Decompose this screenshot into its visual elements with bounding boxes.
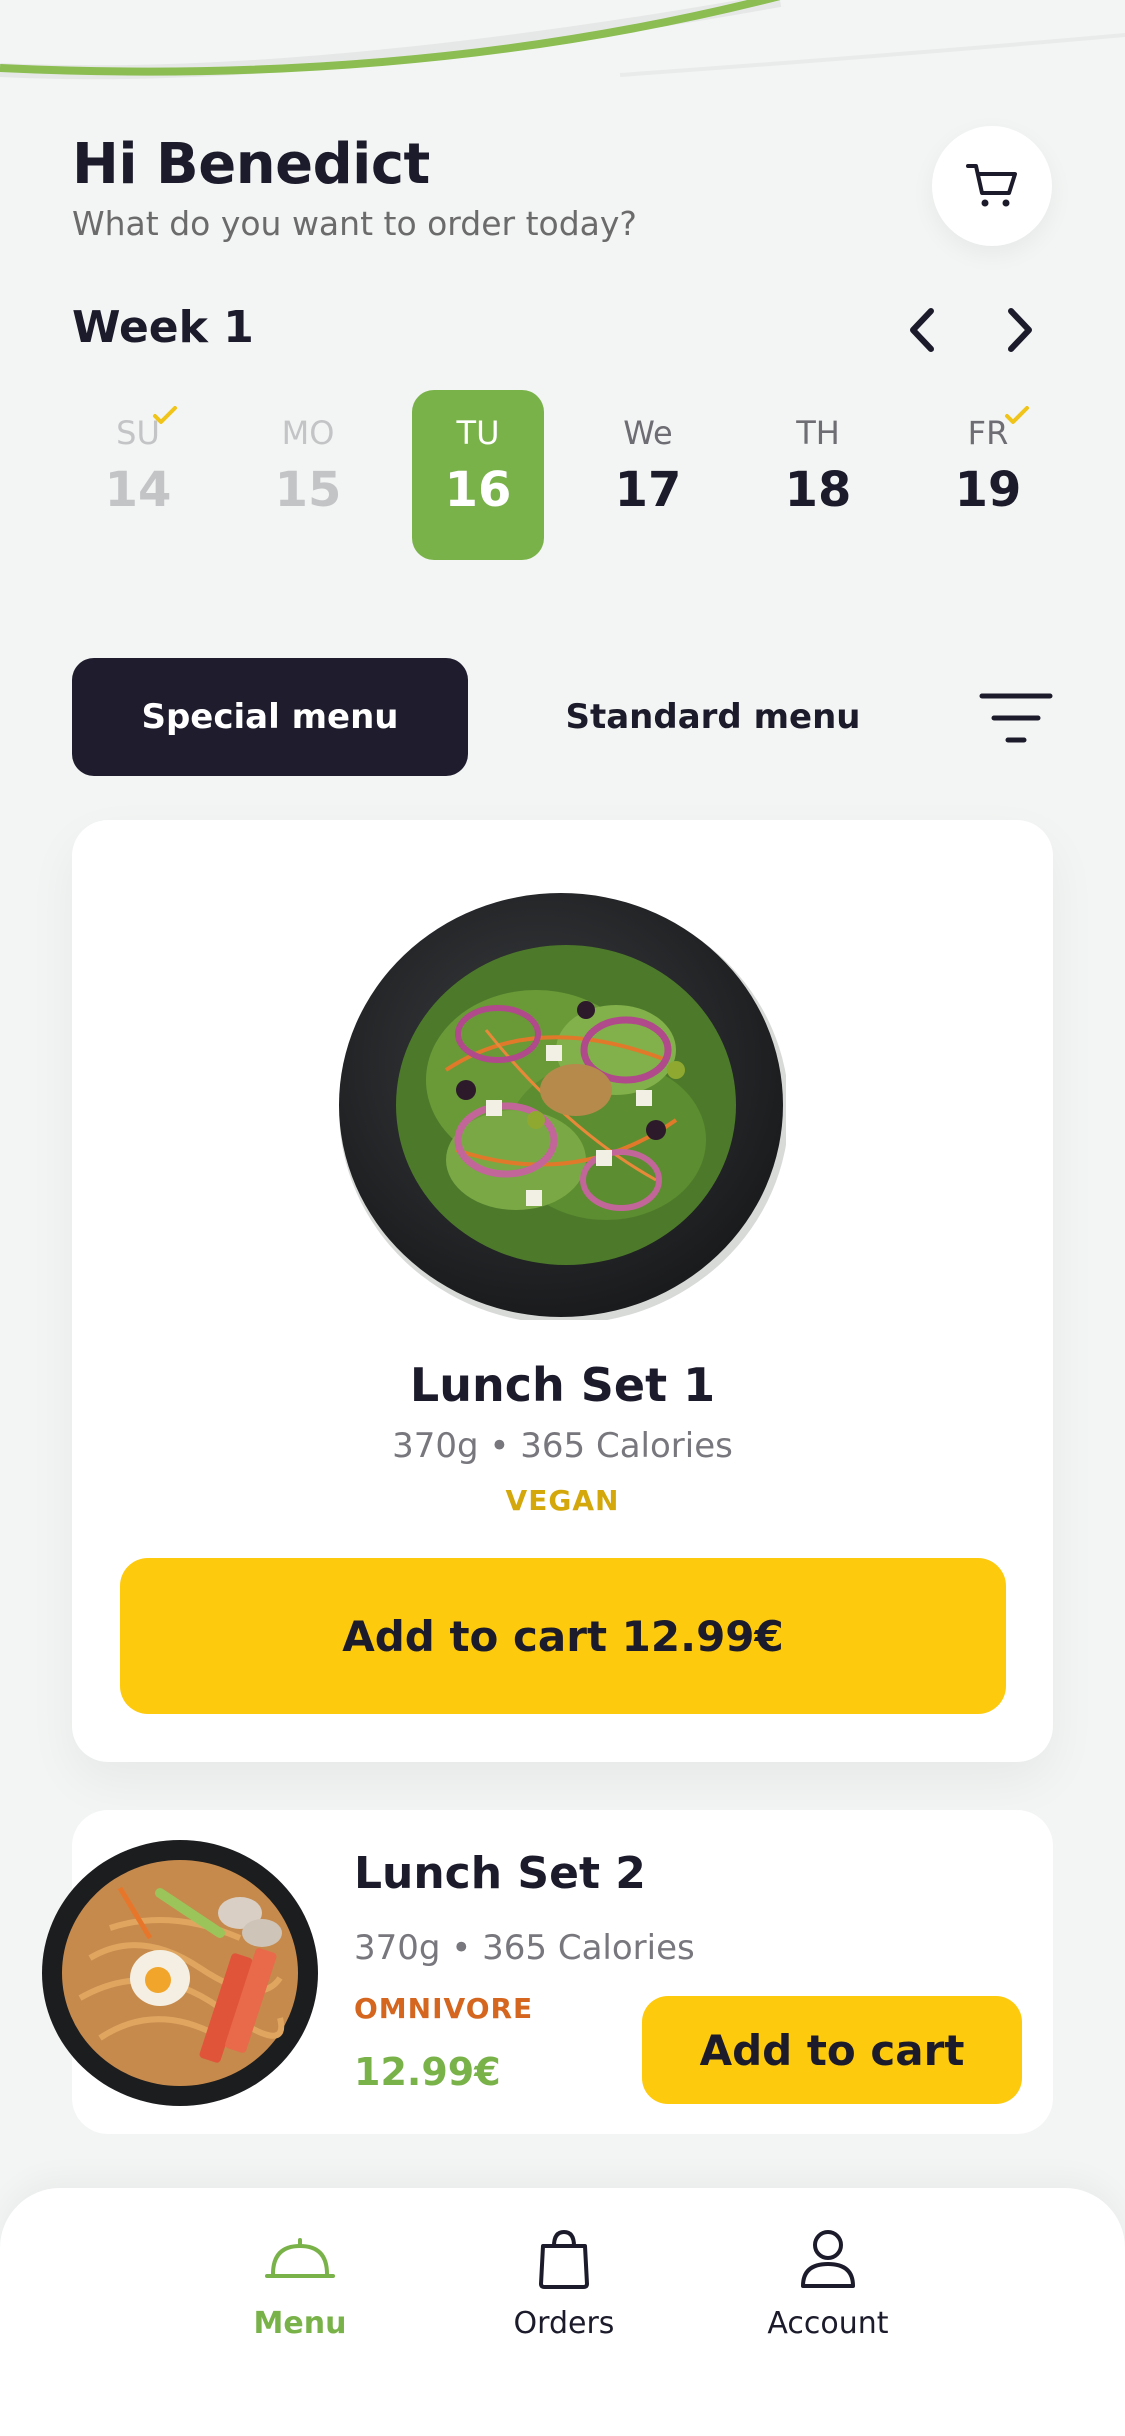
day-name: TU [456, 414, 500, 452]
meal-card-2[interactable]: Lunch Set 2 370g • 365 Calories OMNIVORE… [42, 1810, 1053, 2134]
nav-account[interactable]: Account [728, 2224, 928, 2354]
noodle-bowl-image [42, 1840, 318, 2106]
salad-plate-image [339, 893, 786, 1320]
nav-menu[interactable]: Menu [200, 2224, 400, 2354]
week-label: Week 1 [72, 302, 254, 353]
tab-special-menu[interactable]: Special menu [72, 658, 468, 776]
day-th[interactable]: TH 18 [752, 390, 884, 560]
user-icon [801, 2230, 855, 2288]
bottom-navigation: Menu Orders Account [0, 2188, 1125, 2436]
cart-button[interactable] [932, 126, 1052, 246]
day-number: 14 [104, 462, 172, 518]
diet-tag: OMNIVORE [354, 1992, 534, 2025]
add-to-cart-button[interactable]: Add to cart [642, 1996, 1022, 2104]
shopping-bag-icon [539, 2229, 589, 2289]
day-number: 16 [444, 462, 512, 518]
day-number: 15 [274, 462, 342, 518]
tab-standard-menu[interactable]: Standard menu [520, 658, 906, 776]
check-icon [1005, 406, 1029, 424]
meal-title: Lunch Set 1 [409, 1358, 716, 1412]
meal-price: 12.99€ [354, 2050, 501, 2094]
meal-meta: 370g • 365 Calories [354, 1928, 695, 1968]
day-fr[interactable]: FR 19 [922, 390, 1054, 560]
day-number: 18 [784, 462, 852, 518]
nav-label: Orders [513, 2306, 615, 2341]
add-to-cart-button[interactable]: Add to cart 12.99€ [120, 1558, 1006, 1714]
greeting-title: Hi Benedict [72, 132, 430, 197]
day-we[interactable]: We 17 [582, 390, 714, 560]
chevron-right-icon [1008, 308, 1032, 352]
day-name: SU [116, 414, 160, 452]
day-mo[interactable]: MO 15 [242, 390, 374, 560]
prev-week-button[interactable] [892, 300, 952, 360]
meal-meta: 370g • 365 Calories [392, 1426, 733, 1466]
day-tu[interactable]: TU 16 [412, 390, 544, 560]
meal-title: Lunch Set 2 [354, 1848, 646, 1899]
day-number: 17 [614, 462, 682, 518]
cart-icon [966, 164, 1017, 207]
header-decoration [0, 0, 1125, 80]
chevron-left-icon [910, 308, 934, 352]
meal-card-1[interactable]: Lunch Set 1 370g • 365 Calories VEGAN Ad… [72, 820, 1053, 1762]
filter-icon[interactable] [978, 688, 1054, 748]
day-name: FR [967, 414, 1009, 452]
nav-label: Account [767, 2306, 889, 2341]
day-number: 19 [954, 462, 1022, 518]
day-name: We [623, 414, 673, 452]
day-name: MO [281, 414, 335, 452]
nav-orders[interactable]: Orders [464, 2224, 664, 2354]
day-su[interactable]: SU 14 [72, 390, 204, 560]
nav-label: Menu [253, 2306, 347, 2341]
greeting-subtitle: What do you want to order today? [72, 204, 637, 243]
diet-tag: VEGAN [505, 1484, 620, 1517]
check-icon [153, 406, 177, 424]
next-week-button[interactable] [990, 300, 1050, 360]
day-name: TH [796, 414, 840, 452]
cloche-icon [265, 2238, 335, 2278]
